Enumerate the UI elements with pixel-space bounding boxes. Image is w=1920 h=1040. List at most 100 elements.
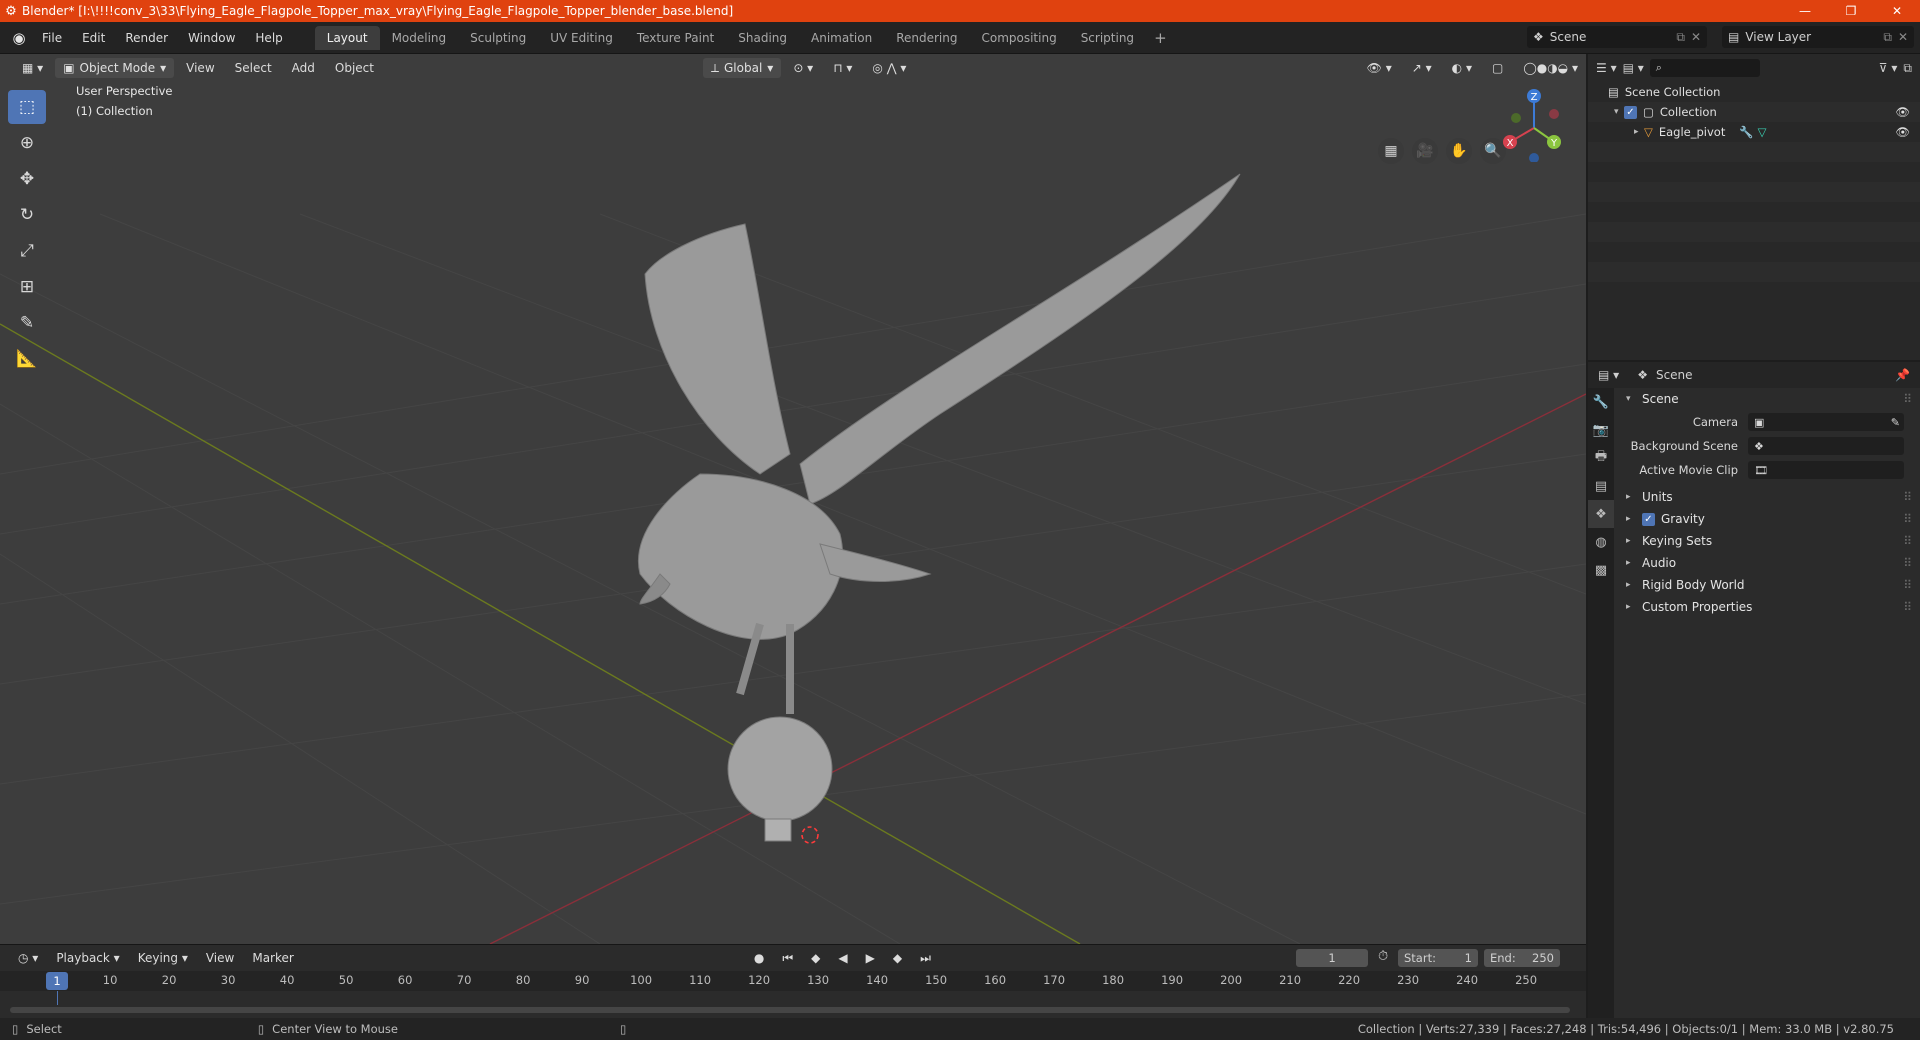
move-tool-icon[interactable]: ✥ [8, 162, 46, 196]
measure-tool-icon[interactable]: 📐 [8, 342, 46, 376]
tab-scripting[interactable]: Scripting [1069, 26, 1146, 50]
snap-icon[interactable]: ⊓ ▾ [825, 58, 860, 78]
add-workspace-icon[interactable]: + [1146, 29, 1175, 47]
scale-tool-icon[interactable]: ⤢ [8, 234, 46, 268]
active-movie-clip-field[interactable]: 🎞 [1748, 461, 1904, 479]
menu-help[interactable]: Help [245, 22, 292, 54]
annotate-tool-icon[interactable]: ✎ [8, 306, 46, 340]
minimize-button[interactable]: — [1782, 0, 1828, 22]
tab-modeling[interactable]: Modeling [380, 26, 459, 50]
current-frame-indicator[interactable]: 1 [46, 972, 68, 990]
outliner-search-input[interactable]: ⌕ [1649, 59, 1760, 77]
panel-units-header[interactable]: ▸ Units ⠿ [1618, 486, 1918, 508]
visibility-icon[interactable]: 👁 ▾ [1359, 58, 1400, 78]
timeline-scrollbar[interactable] [10, 1007, 1570, 1013]
panel-gravity-header[interactable]: ▸ ✓ Gravity ⠿ [1618, 508, 1918, 530]
preview-range-icon[interactable]: ⏱ [1378, 949, 1388, 964]
pivot-point-icon[interactable]: ⊙ ▾ [785, 58, 821, 78]
pan-view-hand-icon[interactable]: ✋ [1446, 138, 1472, 164]
remove-view-layer-icon[interactable]: ✕ [1898, 30, 1908, 44]
eyedropper-icon[interactable]: ✎ [1891, 416, 1904, 429]
editor-type-icon[interactable]: ▦ ▾ [14, 58, 51, 78]
timeline-editor-type-icon[interactable]: ◷ ▾ [10, 948, 46, 968]
menu-render[interactable]: Render [115, 22, 178, 54]
drag-handle-icon[interactable]: ⠿ [1903, 534, 1918, 548]
record-icon[interactable]: ● [746, 948, 772, 968]
viewport-menu-object[interactable]: Object [327, 58, 382, 78]
tab-animation[interactable]: Animation [799, 26, 884, 50]
collection-exclude-checkbox[interactable]: ✓ [1624, 105, 1637, 119]
jump-keyframe-forward-icon[interactable]: ◆ [885, 948, 910, 968]
new-collection-icon[interactable]: ⧉ [1903, 61, 1912, 76]
menu-edit[interactable]: Edit [72, 22, 115, 54]
close-button[interactable]: ✕ [1874, 0, 1920, 22]
viewport-menu-view[interactable]: View [178, 58, 222, 78]
scene-tab-icon[interactable]: ❖ [1588, 500, 1614, 528]
jump-end-icon[interactable]: ⏭ [912, 948, 939, 968]
frame-ruler[interactable]: 10 20 30 40 50 60 70 80 90 100 110 120 130 140 150 160 1… [0, 971, 1586, 991]
properties-editor-type-icon[interactable]: ▤ ▾ [1598, 368, 1619, 382]
toggle-grid-view-icon[interactable]: ▦ [1378, 138, 1404, 164]
end-frame-field[interactable]: End: 250 [1484, 949, 1560, 967]
expand-collection-icon[interactable]: ▾ [1614, 107, 1624, 117]
panel-audio-header[interactable]: ▸ Audio ⠿ [1618, 552, 1918, 574]
panel-scene-header[interactable]: ▾ Scene ⠿ [1618, 388, 1918, 410]
collection-visibility-eye-icon[interactable]: 👁 [1895, 105, 1920, 119]
remove-scene-icon[interactable]: ✕ [1691, 30, 1701, 44]
shading-modes-icon[interactable]: ◯●◑◒ ▾ [1515, 58, 1586, 78]
pin-icon[interactable]: 📌 [1895, 368, 1920, 382]
gizmo-neg-x-icon[interactable] [1549, 109, 1559, 119]
tab-sculpting[interactable]: Sculpting [458, 26, 538, 50]
drag-handle-icon[interactable]: ⠿ [1903, 600, 1918, 614]
overlay-toggle-icon[interactable]: ◐ ▾ [1444, 58, 1480, 78]
gizmo-neg-z-icon[interactable] [1529, 153, 1539, 162]
new-scene-icon[interactable]: ⧉ [1676, 30, 1685, 45]
display-mode-icon[interactable]: ▤ ▾ [1623, 61, 1644, 75]
view-layer-tab-icon[interactable]: ▤ [1588, 472, 1614, 500]
camera-view-icon[interactable]: 🎥 [1412, 138, 1438, 164]
tab-compositing[interactable]: Compositing [969, 26, 1068, 50]
view-layer-selector[interactable]: ▤ View Layer ⧉ ✕ [1722, 26, 1914, 48]
tab-shading[interactable]: Shading [726, 26, 799, 50]
select-box-tool-icon[interactable]: ⬚ [8, 90, 46, 124]
current-frame-field[interactable]: 1 [1296, 949, 1368, 967]
tab-layout[interactable]: Layout [314, 25, 380, 50]
menu-file[interactable]: File [32, 22, 72, 54]
background-scene-field[interactable]: ❖ [1748, 437, 1904, 455]
outliner-item-eagle-pivot[interactable]: ▸ ▽ Eagle_pivot 🔧 ▽ 👁 [1588, 122, 1920, 142]
transform-tool-icon[interactable]: ⊞ [8, 270, 46, 304]
tab-texture-paint[interactable]: Texture Paint [625, 26, 726, 50]
navigation-gizmo[interactable]: Z X Y [1490, 82, 1570, 162]
drag-handle-icon[interactable]: ⠿ [1903, 490, 1918, 504]
scene-selector[interactable]: ❖ Scene ⧉ ✕ [1527, 26, 1707, 48]
jump-keyframe-back-icon[interactable]: ◆ [803, 948, 828, 968]
texture-tab-icon[interactable]: ▩ [1588, 556, 1614, 584]
outliner-editor-type-icon[interactable]: ☰ ▾ [1596, 61, 1617, 75]
new-view-layer-icon[interactable]: ⧉ [1883, 30, 1892, 45]
rotate-tool-icon[interactable]: ↻ [8, 198, 46, 232]
3d-cursor-icon[interactable] [801, 826, 819, 844]
panel-custom-properties-header[interactable]: ▸ Custom Properties ⠿ [1618, 596, 1918, 618]
viewport-menu-select[interactable]: Select [227, 58, 280, 78]
output-tab-icon[interactable]: 🖶 [1588, 444, 1614, 472]
blender-menu-icon[interactable]: ◉ [6, 29, 32, 47]
camera-field[interactable]: ▣ ✎ [1748, 413, 1904, 431]
outliner-item-collection[interactable]: ▾ ✓ ▢ Collection 👁 [1588, 102, 1920, 122]
render-tab-icon[interactable]: 📷 [1588, 416, 1614, 444]
panel-rigid-body-world-header[interactable]: ▸ Rigid Body World ⠿ [1618, 574, 1918, 596]
viewport-menu-add[interactable]: Add [284, 58, 323, 78]
drag-handle-icon[interactable]: ⠿ [1903, 556, 1918, 570]
cursor-tool-icon[interactable]: ⊕ [8, 126, 46, 160]
object-visibility-eye-icon[interactable]: 👁 [1895, 125, 1920, 139]
filter-icon[interactable]: ⊽ ▾ [1879, 61, 1898, 75]
tool-tab-icon[interactable]: 🔧 [1588, 388, 1614, 416]
gravity-checkbox[interactable]: ✓ [1642, 512, 1655, 526]
jump-start-icon[interactable]: ⏮ [774, 948, 801, 968]
play-reverse-icon[interactable]: ◀ [830, 948, 855, 968]
mode-selector[interactable]: ▣ Object Mode ▾ [55, 58, 175, 78]
3d-viewport[interactable]: ▦ ▾ ▣ Object Mode ▾ View Select Add Object… [0, 54, 1586, 944]
menu-window[interactable]: Window [178, 22, 245, 54]
expand-object-icon[interactable]: ▸ [1634, 127, 1644, 137]
gizmo-neg-y-icon[interactable] [1511, 113, 1521, 123]
tab-uv-editing[interactable]: UV Editing [538, 26, 625, 50]
